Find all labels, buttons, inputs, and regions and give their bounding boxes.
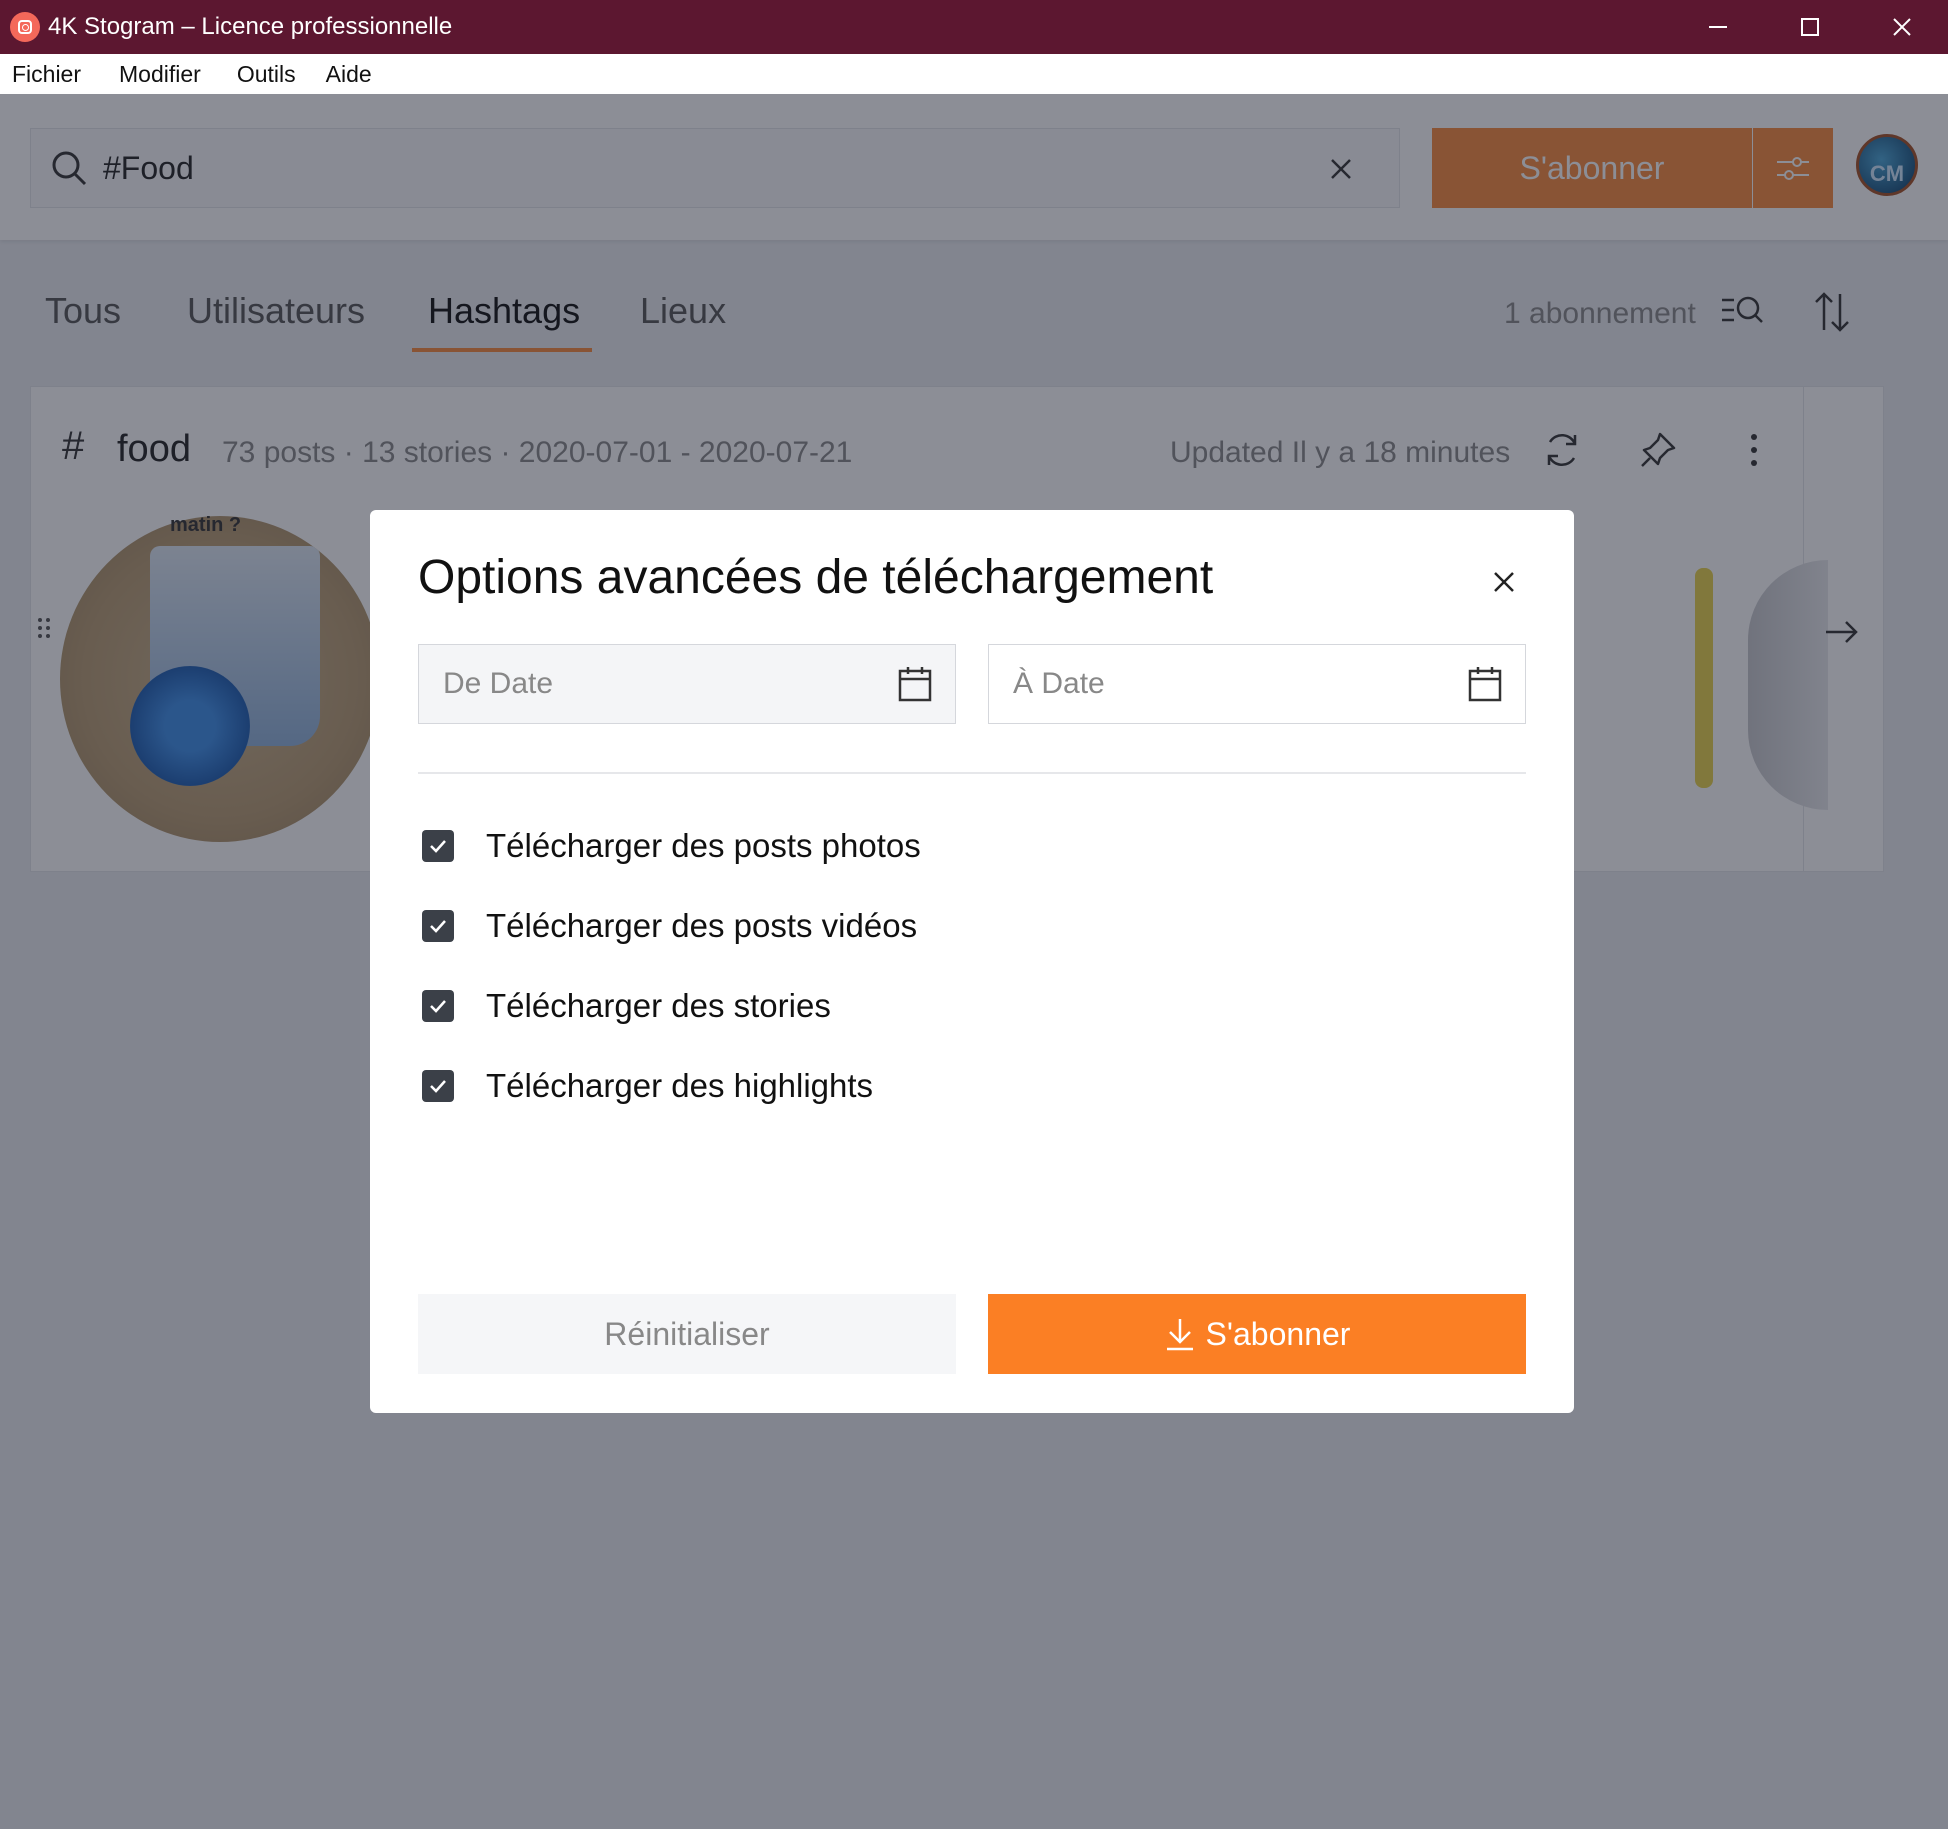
advanced-download-options-dialog: Options avancées de téléchargement De Da… [370,510,1574,1413]
maximize-button[interactable] [1764,0,1856,54]
option-label: Télécharger des stories [486,987,831,1024]
close-icon[interactable] [1482,560,1526,604]
calendar-icon[interactable] [897,665,933,703]
menu-outils[interactable]: Outils [225,61,308,88]
from-date-field[interactable]: De Date [418,644,956,724]
check-icon [430,1080,446,1093]
check-icon [430,1000,446,1013]
check-icon [430,840,446,853]
option-stories[interactable]: Télécharger des stories [422,986,831,1026]
confirm-subscribe-button[interactable]: S'abonner [988,1294,1526,1374]
option-videos[interactable]: Télécharger des posts vidéos [422,906,917,946]
app-logo-icon [10,12,40,42]
dialog-title: Options avancées de téléchargement [418,551,1214,604]
confirm-label: S'abonner [1205,1315,1351,1352]
to-date-field[interactable]: À Date [988,644,1526,724]
menu-modifier[interactable]: Modifier [107,61,213,88]
minimize-button[interactable] [1672,0,1764,54]
close-window-button[interactable] [1856,0,1948,54]
checkbox-videos[interactable] [422,910,454,942]
reset-button[interactable]: Réinitialiser [418,1294,956,1374]
checkbox-highlights[interactable] [422,1070,454,1102]
option-label: Télécharger des posts vidéos [486,907,918,944]
to-date-placeholder: À Date [1013,667,1105,700]
menu-aide[interactable]: Aide [314,61,384,88]
option-highlights[interactable]: Télécharger des highlights [422,1066,873,1106]
option-photos[interactable]: Télécharger des posts photos [422,826,921,866]
checkbox-stories[interactable] [422,990,454,1022]
menu-fichier[interactable]: Fichier [0,61,93,88]
divider [418,772,1526,774]
option-label: Télécharger des highlights [486,1067,874,1104]
from-date-placeholder: De Date [443,667,554,700]
check-icon [430,920,446,933]
menu-bar: Fichier Modifier Outils Aide [0,54,1948,94]
option-label: Télécharger des posts photos [486,827,921,864]
checkbox-photos[interactable] [422,830,454,862]
window-title: 4K Stogram – Licence professionnelle [48,13,453,40]
calendar-icon[interactable] [1467,665,1503,703]
download-icon [1166,1319,1193,1351]
title-bar: 4K Stogram – Licence professionnelle [0,0,1948,54]
